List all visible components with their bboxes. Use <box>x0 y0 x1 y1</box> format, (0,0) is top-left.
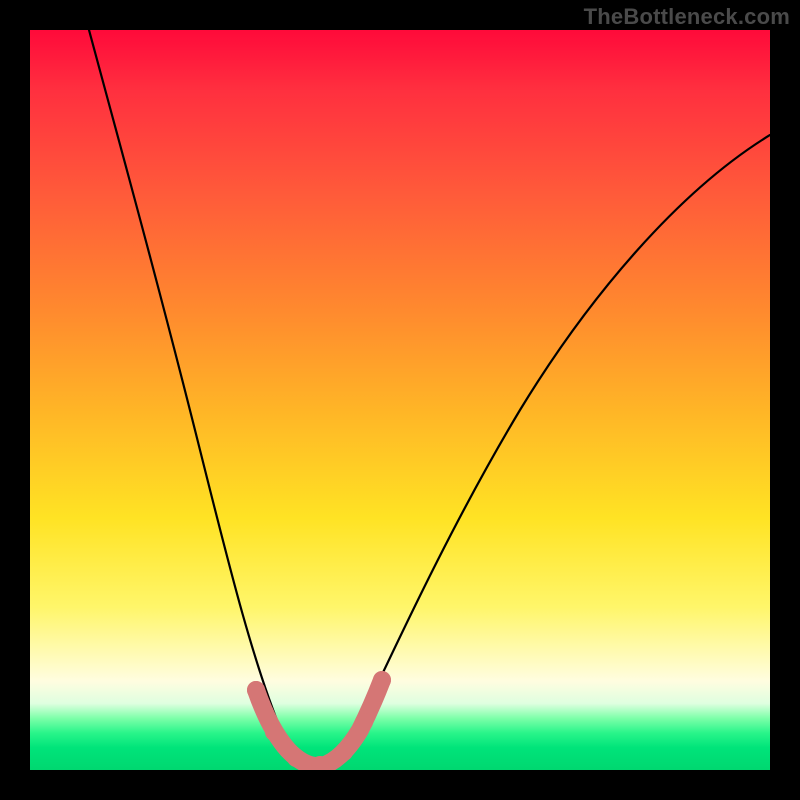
curve-layer <box>30 30 770 770</box>
chart-stage: TheBottleneck.com <box>0 0 800 800</box>
marker-dot <box>335 743 353 761</box>
marker-dot <box>355 713 373 731</box>
bottleneck-curve <box>89 30 770 764</box>
plot-area <box>30 30 770 770</box>
watermark-text: TheBottleneck.com <box>584 4 790 30</box>
marker-dot <box>287 749 305 767</box>
marker-dot <box>265 723 283 741</box>
marker-dot <box>373 671 391 689</box>
marker-dot <box>247 681 265 699</box>
